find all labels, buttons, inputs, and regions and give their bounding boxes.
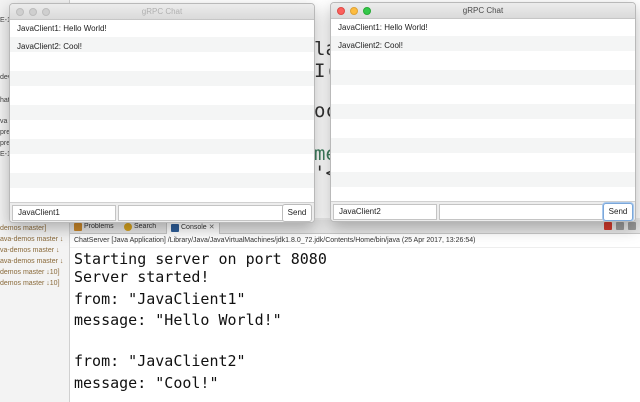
console-output[interactable]: Starting server on port 8080 Server star… [70, 248, 640, 402]
terminate-icon[interactable] [604, 222, 612, 230]
project-row[interactable]: va-demos master ↓ [0, 247, 60, 254]
remove-all-icon[interactable] [628, 222, 636, 230]
window-title: gRPC Chat [462, 6, 504, 15]
close-tab-icon[interactable]: ✕ [209, 222, 215, 234]
input-bar: JavaClient2 Send [331, 201, 635, 221]
chat-window-1: gRPC Chat JavaClient1: Hello World! Java… [9, 3, 315, 223]
project-row[interactable]: demos master] [0, 225, 46, 232]
project-row[interactable]: ava-demos master ↓ [0, 258, 63, 265]
console-toolbar [604, 222, 636, 230]
message-input[interactable] [439, 204, 605, 220]
name-field[interactable]: JavaClient2 [333, 204, 437, 220]
chat-window-2: gRPC Chat JavaClient1: Hello World! Java… [330, 2, 636, 222]
console-line: from: "JavaClient1" [74, 290, 246, 308]
console-line: message: "Cool!" [74, 374, 219, 392]
title-bar[interactable]: gRPC Chat [10, 4, 314, 20]
explorer-fragment: va [0, 118, 8, 125]
name-field[interactable]: JavaClient1 [12, 205, 116, 221]
console-header: ChatServer [Java Application] /Library/J… [70, 234, 640, 248]
tab-label: Console [181, 224, 207, 231]
list-item[interactable]: JavaClient2: Cool! [17, 39, 82, 54]
list-item[interactable]: JavaClient2: Cool! [338, 38, 403, 53]
console-line: Server started! [74, 268, 210, 286]
remove-launch-icon[interactable] [616, 222, 624, 230]
console-line: message: "Hello World!" [74, 311, 282, 329]
message-list[interactable]: JavaClient1: Hello World! JavaClient2: C… [331, 19, 635, 204]
console-line: Starting server on port 8080 [74, 250, 327, 268]
project-row[interactable]: ava-demos master ↓ [0, 236, 63, 243]
project-row[interactable]: demos master ↓10] [0, 280, 60, 287]
send-button[interactable]: Send [282, 204, 312, 222]
input-bar: JavaClient1 Send [10, 202, 314, 222]
console-line: from: "JavaClient2" [74, 352, 246, 370]
message-input[interactable] [118, 205, 284, 221]
send-button[interactable]: Send [603, 203, 633, 221]
title-bar[interactable]: gRPC Chat [331, 3, 635, 19]
search-icon [124, 223, 132, 231]
problems-icon [74, 223, 82, 231]
console-icon [171, 224, 179, 232]
list-item[interactable]: JavaClient1: Hello World! [338, 20, 428, 35]
project-row[interactable]: demos master ↓10] [0, 269, 60, 276]
window-title: gRPC Chat [141, 7, 183, 16]
message-list[interactable]: JavaClient1: Hello World! JavaClient2: C… [10, 20, 314, 205]
list-item[interactable]: JavaClient1: Hello World! [17, 21, 107, 36]
